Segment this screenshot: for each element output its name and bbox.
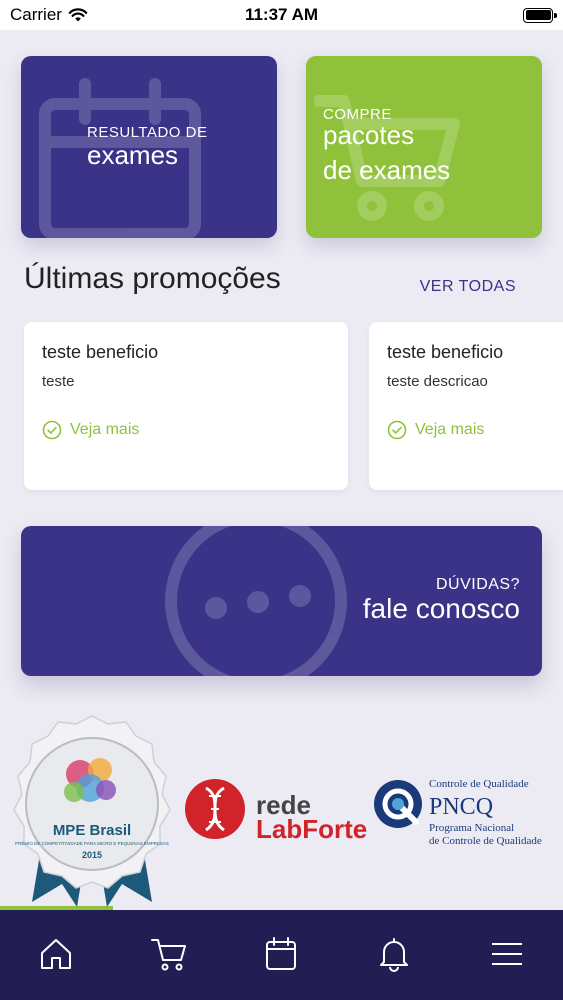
contact-big-label: fale conosco xyxy=(362,593,520,624)
wifi-icon xyxy=(68,8,88,22)
menu-icon xyxy=(491,943,522,965)
exam-results-card[interactable]: RESULTADO DE exames xyxy=(21,56,277,238)
promo-title: teste beneficio xyxy=(42,342,159,362)
bottom-navigation xyxy=(0,910,563,1000)
see-more-link[interactable]: Veja mais xyxy=(387,420,484,440)
status-left: Carrier xyxy=(10,5,88,25)
mpe-year: 2015 xyxy=(82,850,102,860)
promo-description: teste xyxy=(42,373,75,390)
pncq-main-label: PNCQ xyxy=(429,794,494,820)
labforte-logo-name: LabForte xyxy=(256,814,368,844)
packages-card-big-label-2: de exames xyxy=(323,155,451,185)
calendar-icon xyxy=(266,937,297,970)
nav-notifications[interactable] xyxy=(364,924,424,984)
nav-cart[interactable] xyxy=(139,924,199,984)
cart-icon xyxy=(150,939,186,971)
check-circle-icon xyxy=(42,420,62,440)
pncq-sub-label-1: Programa Nacional xyxy=(429,822,515,834)
bell-icon xyxy=(380,938,409,972)
promo-title: teste beneficio xyxy=(387,342,504,362)
dna-icon xyxy=(185,779,245,839)
mpe-subtitle: PRÊMIO DE COMPETITIVIDADE PARA MICRO E P… xyxy=(15,839,169,846)
chat-bubble-icon xyxy=(165,526,347,676)
promo-card[interactable]: teste beneficio teste descricao Veja mai… xyxy=(369,322,563,490)
promotions-title: Últimas promoções xyxy=(24,262,281,295)
pncq-sub-label-2: de Controle de Qualidade xyxy=(429,835,542,847)
mpe-title: MPE Brasil xyxy=(53,822,131,839)
nav-menu[interactable] xyxy=(477,924,537,984)
packages-card-big-label-1: pacotes xyxy=(323,120,415,150)
see-more-label: Veja mais xyxy=(70,421,140,438)
partner-logos: MPE Brasil PRÊMIO DE COMPETITIVIDADE PAR… xyxy=(0,712,563,912)
home-icon xyxy=(41,939,72,969)
nav-home[interactable] xyxy=(26,924,86,984)
check-circle-icon xyxy=(387,420,407,440)
promo-card[interactable]: teste beneficio teste Veja mais xyxy=(24,322,348,490)
status-bar: Carrier 11:37 AM xyxy=(0,0,563,30)
contact-small-label: DÚVIDAS? xyxy=(435,576,520,593)
pncq-logo-icon xyxy=(374,780,422,828)
mpe-brasil-seal-logo: MPE Brasil PRÊMIO DE COMPETITIVIDADE PAR… xyxy=(13,715,171,907)
see-more-label: Veja mais xyxy=(415,421,485,438)
battery-icon xyxy=(523,7,557,23)
contact-us-banner[interactable]: DÚVIDAS? fale conosco xyxy=(21,526,542,676)
pncq-top-label: Controle de Qualidade xyxy=(429,778,529,790)
carrier-label: Carrier xyxy=(10,5,62,24)
see-more-link[interactable]: Veja mais xyxy=(42,420,139,440)
promo-description: teste descricao xyxy=(387,373,488,390)
buy-packages-card[interactable]: COMPRE pacotes de exames xyxy=(306,56,542,238)
nav-calendar[interactable] xyxy=(251,924,311,984)
results-card-big-label: exames xyxy=(87,140,179,170)
see-all-link[interactable]: VER TODAS xyxy=(420,278,516,296)
